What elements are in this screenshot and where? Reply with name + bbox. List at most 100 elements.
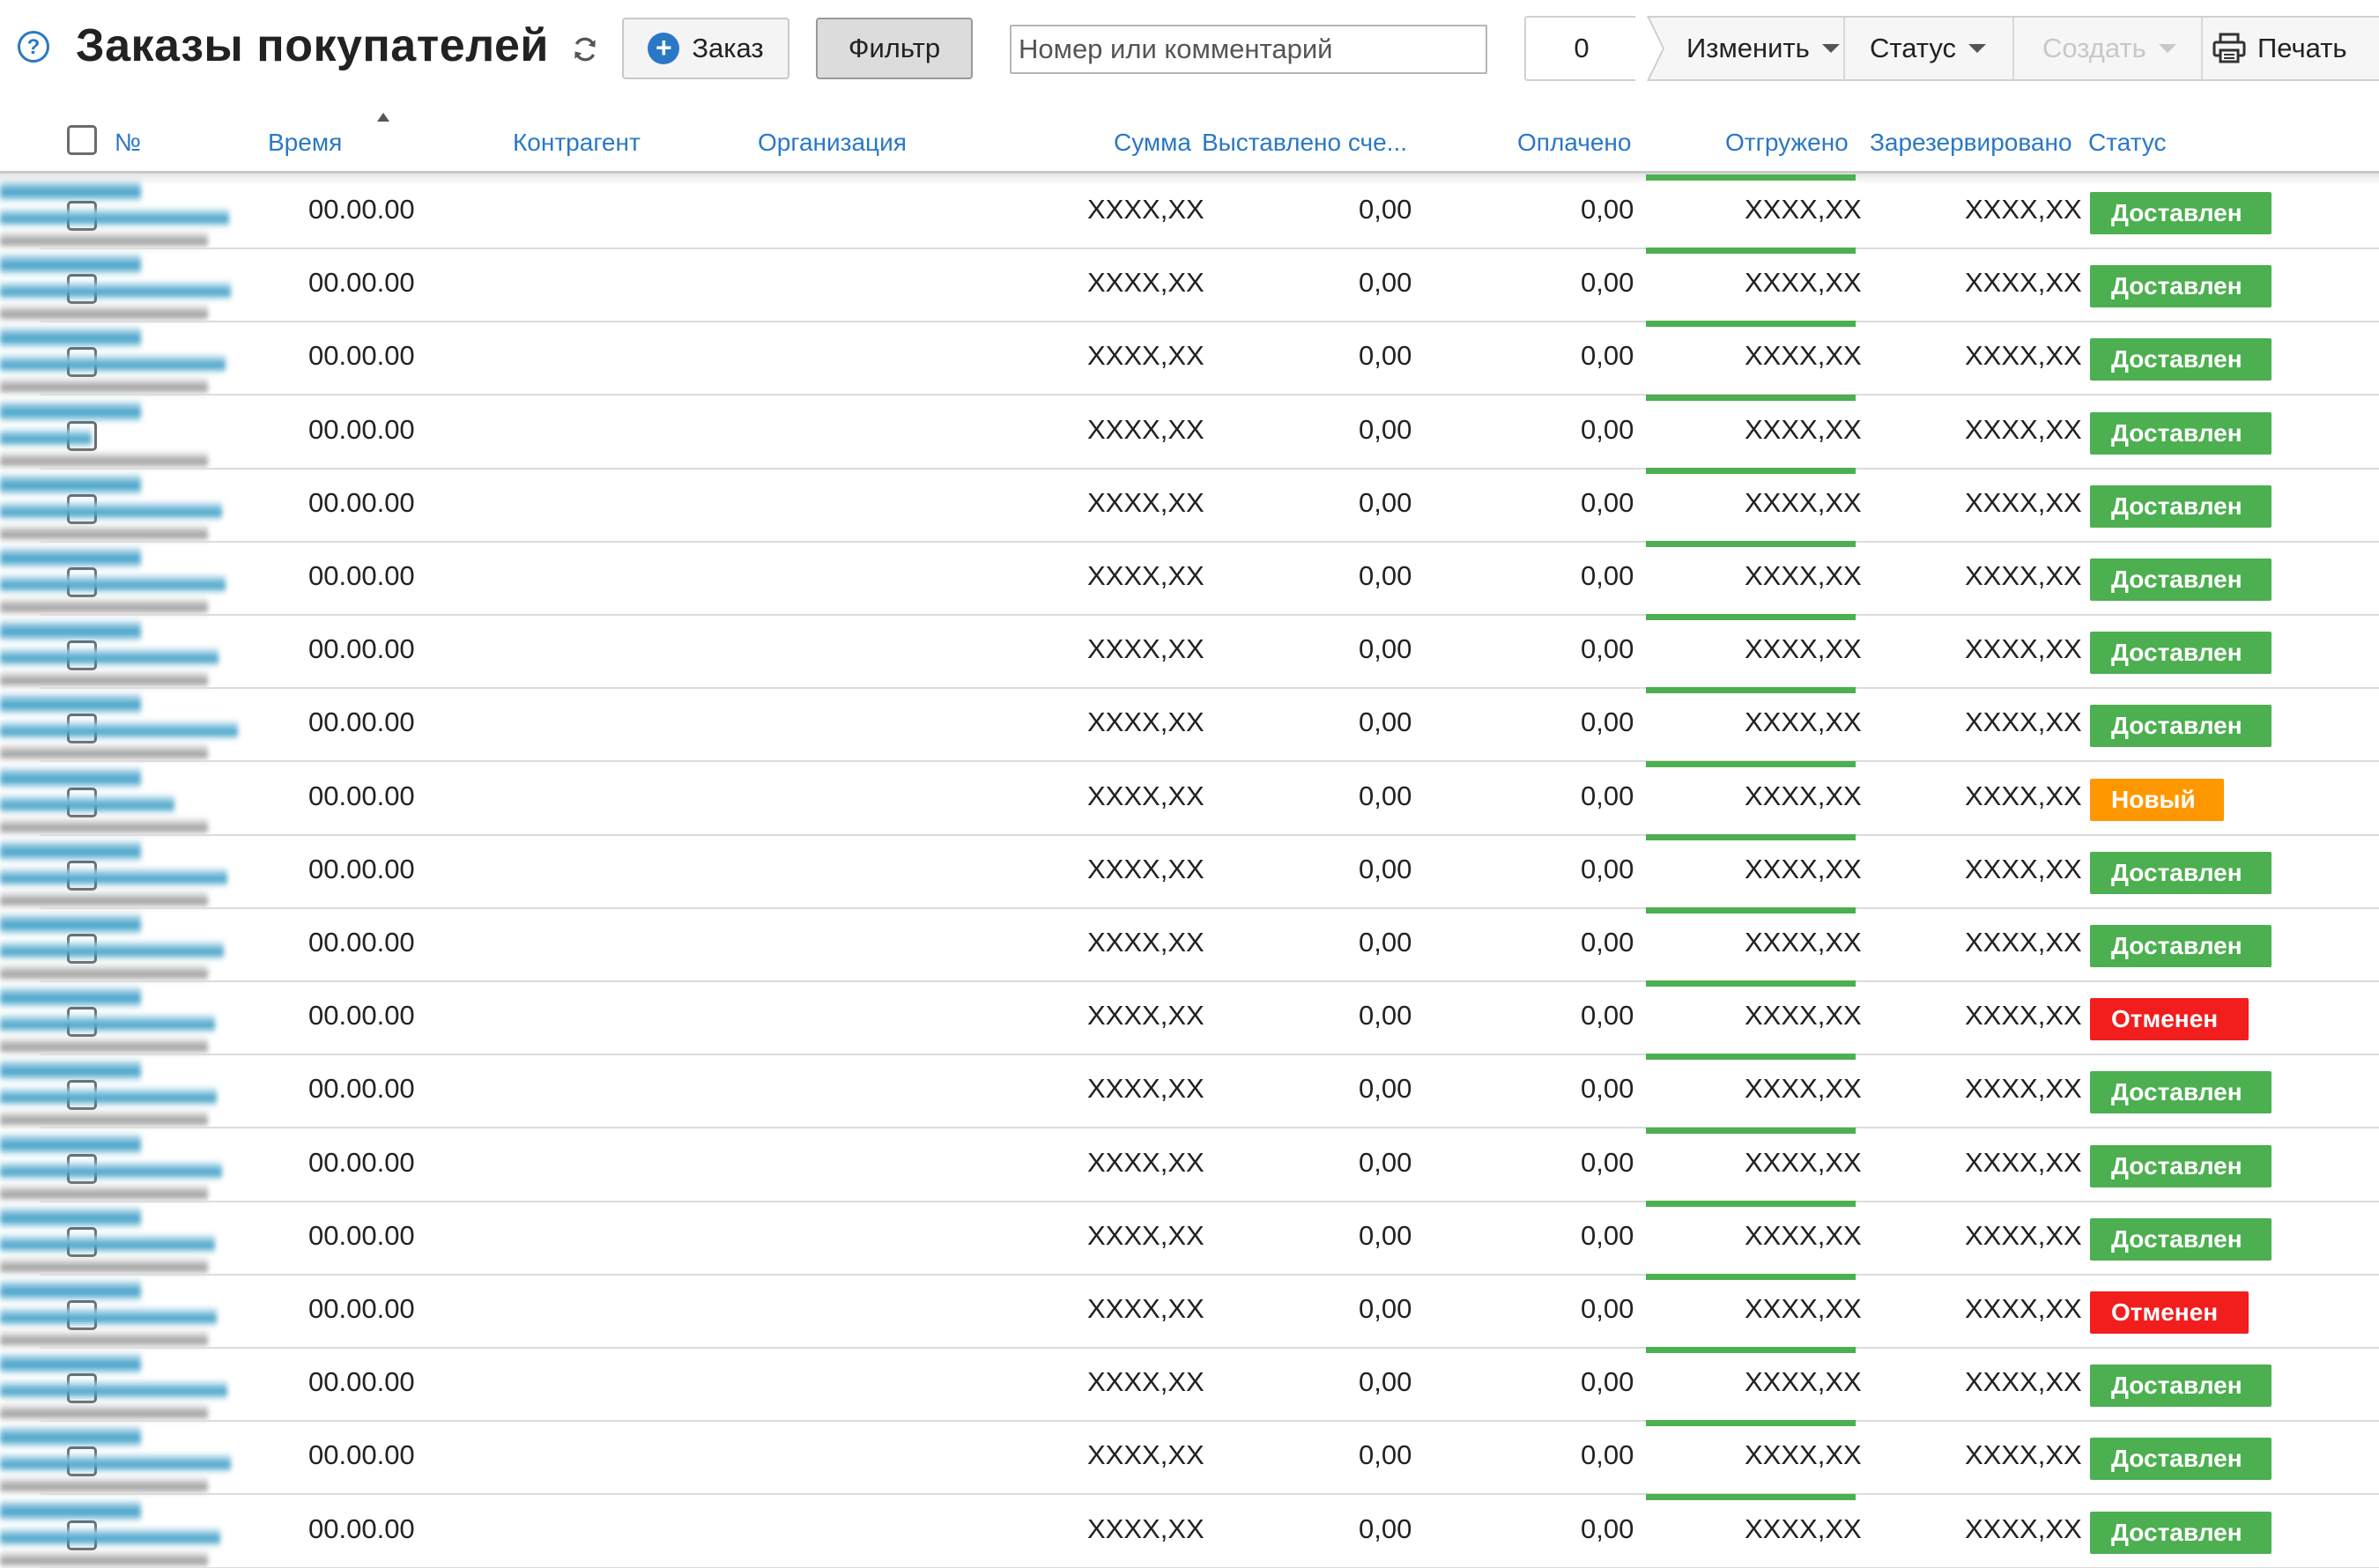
status-badge: Доставлен: [2090, 338, 2272, 381]
column-header-paid[interactable]: Оплачено: [1517, 129, 1631, 157]
shipped-progress-bar: [1646, 467, 1856, 474]
status-badge: Доставлен: [2090, 1511, 2272, 1554]
shipped-progress-bar: [1646, 541, 1856, 547]
order-number-redacted[interactable]: [0, 909, 141, 937]
table-row[interactable]: 00.00.00 XXXX,XX 0,00 0,00 XXXX,XX XXXX,XX Дос…: [0, 907, 2379, 983]
table-row[interactable]: 00.00.00 XXXX,XX 0,00 0,00 XXXX,XX XXXX,XX Дос…: [0, 687, 2379, 764]
order-sum: XXXX,XX: [1087, 340, 1204, 372]
table-row[interactable]: 00.00.00 XXXX,XX 0,00 0,00 XXXX,XX XXXX,XX Отм…: [0, 980, 2379, 1057]
add-order-button[interactable]: + Заказ: [622, 18, 789, 79]
change-dropdown[interactable]: Изменить: [1658, 18, 1845, 79]
contractor-redacted[interactable]: [0, 204, 229, 229]
table-row[interactable]: 00.00.00 XXXX,XX 0,00 0,00 XXXX,XX XXXX,XX Дос…: [0, 321, 2379, 397]
status-badge: Доставлен: [2090, 1438, 2272, 1481]
contractor-redacted[interactable]: [0, 571, 226, 595]
order-number-redacted[interactable]: [0, 762, 141, 791]
order-paid: 0,00: [1581, 1000, 1634, 1032]
contractor-redacted[interactable]: [0, 863, 227, 889]
contractor-redacted[interactable]: [0, 277, 231, 303]
print-button[interactable]: Печать: [2203, 18, 2379, 79]
contractor-redacted[interactable]: [0, 790, 174, 816]
order-number-redacted[interactable]: [0, 689, 141, 718]
contractor-redacted[interactable]: [0, 644, 219, 669]
order-shipped: XXXX,XX: [1745, 1366, 1862, 1398]
column-header-time[interactable]: Время: [268, 129, 342, 157]
contractor-redacted[interactable]: [0, 1450, 231, 1476]
table-row[interactable]: 00.00.00 XXXX,XX 0,00 0,00 XXXX,XX XXXX,XX Дос…: [0, 174, 2379, 250]
table-row[interactable]: 00.00.00 XXXX,XX 0,00 0,00 XXXX,XX XXXX,XX Дос…: [0, 1200, 2379, 1276]
shipped-progress-bar: [1646, 321, 1856, 328]
column-header-shipped[interactable]: Отгружено: [1725, 129, 1849, 157]
order-number-redacted[interactable]: [0, 1202, 141, 1231]
column-header-reserved[interactable]: Зарезервировано: [1870, 129, 2072, 157]
order-number-redacted[interactable]: [0, 543, 141, 571]
order-invoiced: 0,00: [1359, 267, 1412, 299]
order-number-redacted[interactable]: [0, 1128, 141, 1158]
orders-app: ? Заказы покупателей + Заказ Фильтр 0 Из…: [0, 0, 2379, 1568]
table-row[interactable]: 00.00.00 XXXX,XX 0,00 0,00 XXXX,XX XXXX,XX Дос…: [0, 833, 2379, 910]
order-number-redacted[interactable]: [0, 322, 141, 351]
table-row[interactable]: 00.00.00 XXXX,XX 0,00 0,00 XXXX,XX XXXX,XX Дос…: [0, 467, 2379, 544]
contractor-redacted[interactable]: [0, 1377, 227, 1402]
create-dropdown[interactable]: Создать: [2014, 18, 2203, 79]
order-number-redacted[interactable]: [0, 835, 141, 864]
table-row[interactable]: 00.00.00 XXXX,XX 0,00 0,00 XXXX,XX XXXX,XX Дос…: [0, 541, 2379, 617]
order-number-redacted[interactable]: [0, 616, 141, 645]
order-shipped: XXXX,XX: [1745, 413, 1862, 445]
contractor-redacted[interactable]: [0, 1010, 215, 1036]
order-shipped: XXXX,XX: [1745, 560, 1862, 591]
contractor-redacted[interactable]: [0, 1304, 217, 1328]
status-badge: Отменен: [2090, 1291, 2249, 1334]
table-row[interactable]: 00.00.00 XXXX,XX 0,00 0,00 XXXX,XX XXXX,XX Дос…: [0, 614, 2379, 691]
table-row[interactable]: 00.00.00 XXXX,XX 0,00 0,00 XXXX,XX XXXX,XX Дос…: [0, 248, 2379, 324]
table-row[interactable]: 00.00.00 XXXX,XX 0,00 0,00 XXXX,XX XXXX,XX Дос…: [0, 1347, 2379, 1424]
column-header-number[interactable]: №: [115, 129, 141, 157]
column-header-invoiced[interactable]: Выставлено сче...: [1202, 129, 1407, 157]
contractor-redacted[interactable]: [0, 937, 224, 962]
contractor-redacted[interactable]: [0, 1084, 217, 1109]
contractor-redacted[interactable]: [0, 1157, 222, 1182]
contractor-redacted[interactable]: [0, 717, 238, 743]
column-header-organization[interactable]: Организация: [758, 129, 907, 157]
order-paid: 0,00: [1581, 1513, 1634, 1544]
search-input[interactable]: [1010, 25, 1487, 74]
table-row[interactable]: 00.00.00 XXXX,XX 0,00 0,00 XXXX,XX XXXX,XX Дос…: [0, 1420, 2379, 1497]
table-row[interactable]: 00.00.00 XXXX,XX 0,00 0,00 XXXX,XX XXXX,XX Дос…: [0, 1127, 2379, 1203]
order-number-redacted[interactable]: [0, 1495, 141, 1524]
select-all-checkbox[interactable]: [67, 125, 97, 155]
contractor-redacted[interactable]: [0, 351, 226, 376]
table-row[interactable]: 00.00.00 XXXX,XX 0,00 0,00 XXXX,XX XXXX,XX Нов…: [0, 760, 2379, 837]
order-number-redacted[interactable]: [0, 982, 141, 1011]
contractor-redacted[interactable]: [0, 497, 222, 522]
order-invoiced: 0,00: [1359, 194, 1412, 225]
order-number-redacted[interactable]: [0, 469, 141, 498]
table-row[interactable]: 00.00.00 XXXX,XX 0,00 0,00 XXXX,XX XXXX,XX Дос…: [0, 1493, 2379, 1568]
filter-button[interactable]: Фильтр: [816, 18, 973, 79]
table-row[interactable]: 00.00.00 XXXX,XX 0,00 0,00 XXXX,XX XXXX,XX Дос…: [0, 1054, 2379, 1130]
status-dropdown[interactable]: Статус: [1845, 18, 2014, 79]
column-header-status[interactable]: Статус: [2088, 129, 2167, 157]
order-reserved: XXXX,XX: [1965, 194, 2082, 225]
order-number-redacted[interactable]: [0, 1276, 141, 1304]
order-number-redacted[interactable]: [0, 396, 141, 425]
order-number-redacted[interactable]: [0, 1422, 141, 1451]
contractor-redacted[interactable]: [0, 424, 92, 449]
order-sum: XXXX,XX: [1087, 1073, 1204, 1105]
column-header-contractor[interactable]: Контрагент: [513, 129, 641, 157]
column-header-sum[interactable]: Сумма: [1114, 129, 1191, 157]
contractor-redacted[interactable]: [0, 1523, 220, 1549]
order-number-redacted[interactable]: [0, 249, 141, 278]
order-invoiced: 0,00: [1359, 1366, 1412, 1398]
table-row[interactable]: 00.00.00 XXXX,XX 0,00 0,00 XXXX,XX XXXX,XX Отм…: [0, 1274, 2379, 1350]
order-number-redacted[interactable]: [0, 1055, 141, 1084]
shipped-progress-bar: [1646, 760, 1856, 767]
table-row[interactable]: 00.00.00 XXXX,XX 0,00 0,00 XXXX,XX XXXX,XX Дос…: [0, 394, 2379, 470]
help-icon[interactable]: ?: [18, 31, 49, 63]
contractor-redacted[interactable]: [0, 1230, 215, 1255]
order-shipped: XXXX,XX: [1745, 267, 1862, 299]
order-paid: 0,00: [1581, 853, 1634, 884]
refresh-icon[interactable]: [569, 33, 601, 65]
order-number-redacted[interactable]: [0, 1349, 141, 1378]
order-number-redacted[interactable]: [0, 176, 141, 204]
order-paid: 0,00: [1581, 1366, 1634, 1398]
